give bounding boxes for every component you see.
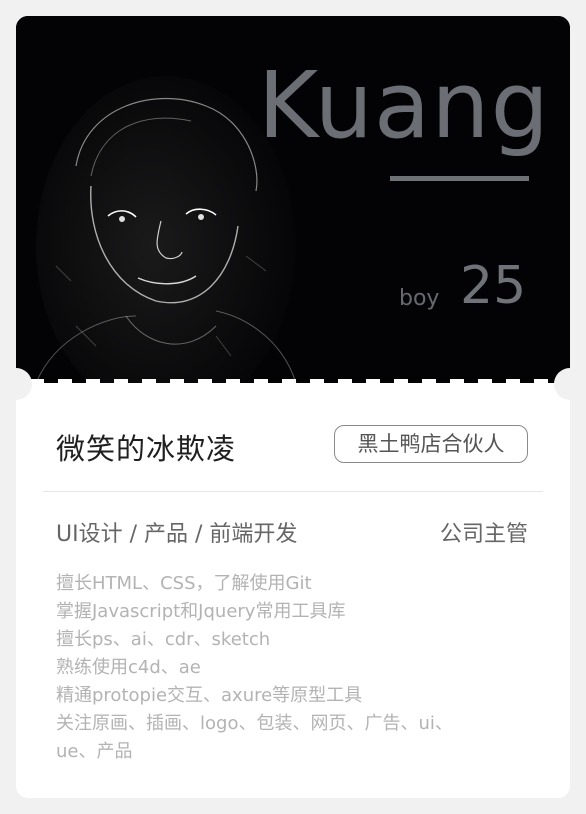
description-line: 精通protopie交互、axure等原型工具: [56, 685, 363, 706]
description-line: 熟练使用c4d、ae: [56, 657, 201, 678]
name-underline: [390, 176, 529, 181]
chinese-name: 微笑的冰欺凌: [56, 432, 237, 466]
age-value: 25: [460, 256, 527, 316]
profile-card: Kuang boy 25 微笑的冰欺凌 黑土鸭店合伙人 UI设计 / 产品 / …: [16, 16, 570, 798]
description-line: 掌握Javascript和Jquery常用工具库: [56, 601, 346, 622]
skills-line: UI设计 / 产品 / 前端开发: [56, 522, 298, 547]
section-divider: [43, 491, 543, 492]
job-role: 公司主管: [439, 522, 528, 547]
description-list: 擅长HTML、CSS，了解使用Git 掌握Javascript和Jquery常用…: [56, 570, 526, 766]
description-line: ue、产品: [56, 741, 133, 762]
description-line: 擅长HTML、CSS，了解使用Git: [56, 573, 312, 594]
gender-label: boy: [399, 286, 440, 311]
profile-hero: Kuang boy 25: [16, 16, 570, 383]
description-line: 关注原画、插画、logo、包装、网页、广告、ui、: [56, 713, 453, 734]
description-line: 擅长ps、ai、cdr、sketch: [56, 629, 271, 650]
partner-badge: 黑土鸭店合伙人: [334, 425, 528, 463]
english-name: Kuang: [257, 52, 550, 159]
ticket-perforation: [30, 379, 548, 383]
